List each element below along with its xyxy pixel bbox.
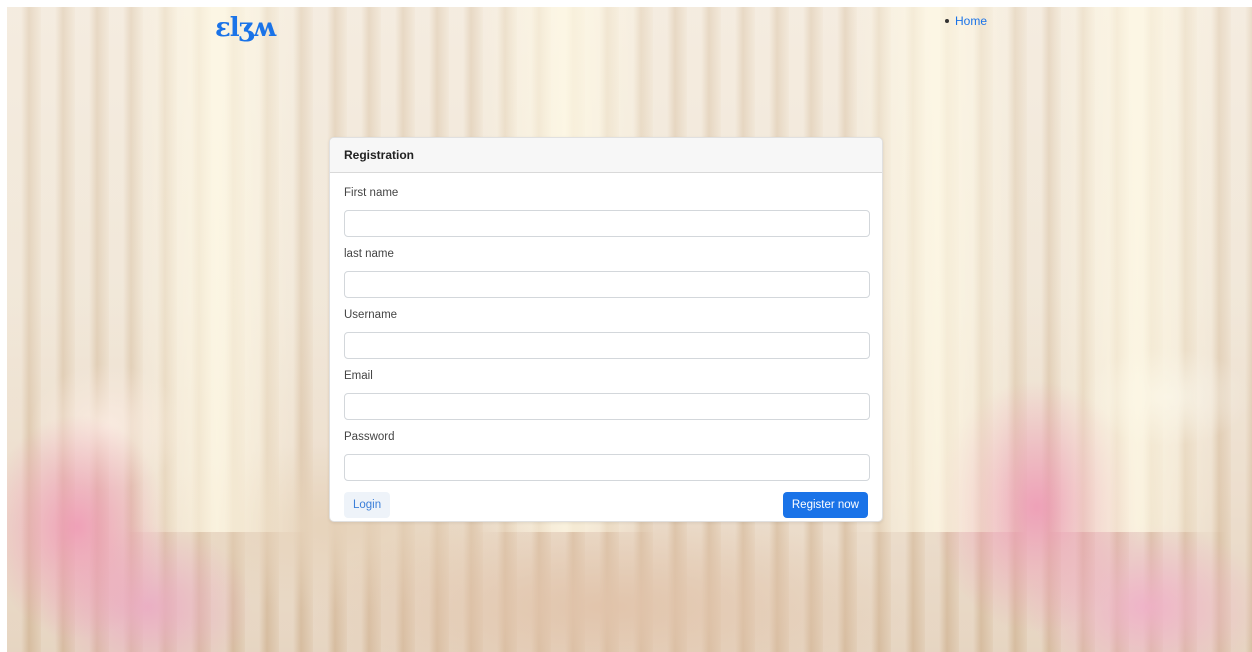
top-nav: Home <box>945 14 987 28</box>
last-name-input[interactable] <box>344 271 870 298</box>
password-input[interactable] <box>344 454 870 481</box>
bullet-icon <box>945 19 949 23</box>
nav-item-home: Home <box>945 14 987 28</box>
login-button[interactable]: Login <box>344 492 391 518</box>
first-name-label: First name <box>344 187 399 199</box>
brand-logo[interactable]: ɛlʒʍ <box>215 15 276 41</box>
register-now-button[interactable]: Register now <box>782 492 868 518</box>
last-name-label: last name <box>344 248 394 260</box>
email-input[interactable] <box>344 393 870 420</box>
form-actions: Login Register now <box>344 492 868 518</box>
registration-card: Registration First name last name Userna… <box>329 137 883 522</box>
curtain-drape <box>1047 7 1227 532</box>
password-label: Password <box>344 431 395 443</box>
username-input[interactable] <box>344 332 870 359</box>
username-label: Username <box>344 309 398 321</box>
card-title: Registration <box>330 138 882 173</box>
registration-form: First name last name Username Email Pass… <box>330 173 882 518</box>
curtain-drape <box>127 7 307 532</box>
first-name-input[interactable] <box>344 210 870 237</box>
email-label: Email <box>344 370 373 382</box>
nav-link-home[interactable]: Home <box>955 14 987 28</box>
